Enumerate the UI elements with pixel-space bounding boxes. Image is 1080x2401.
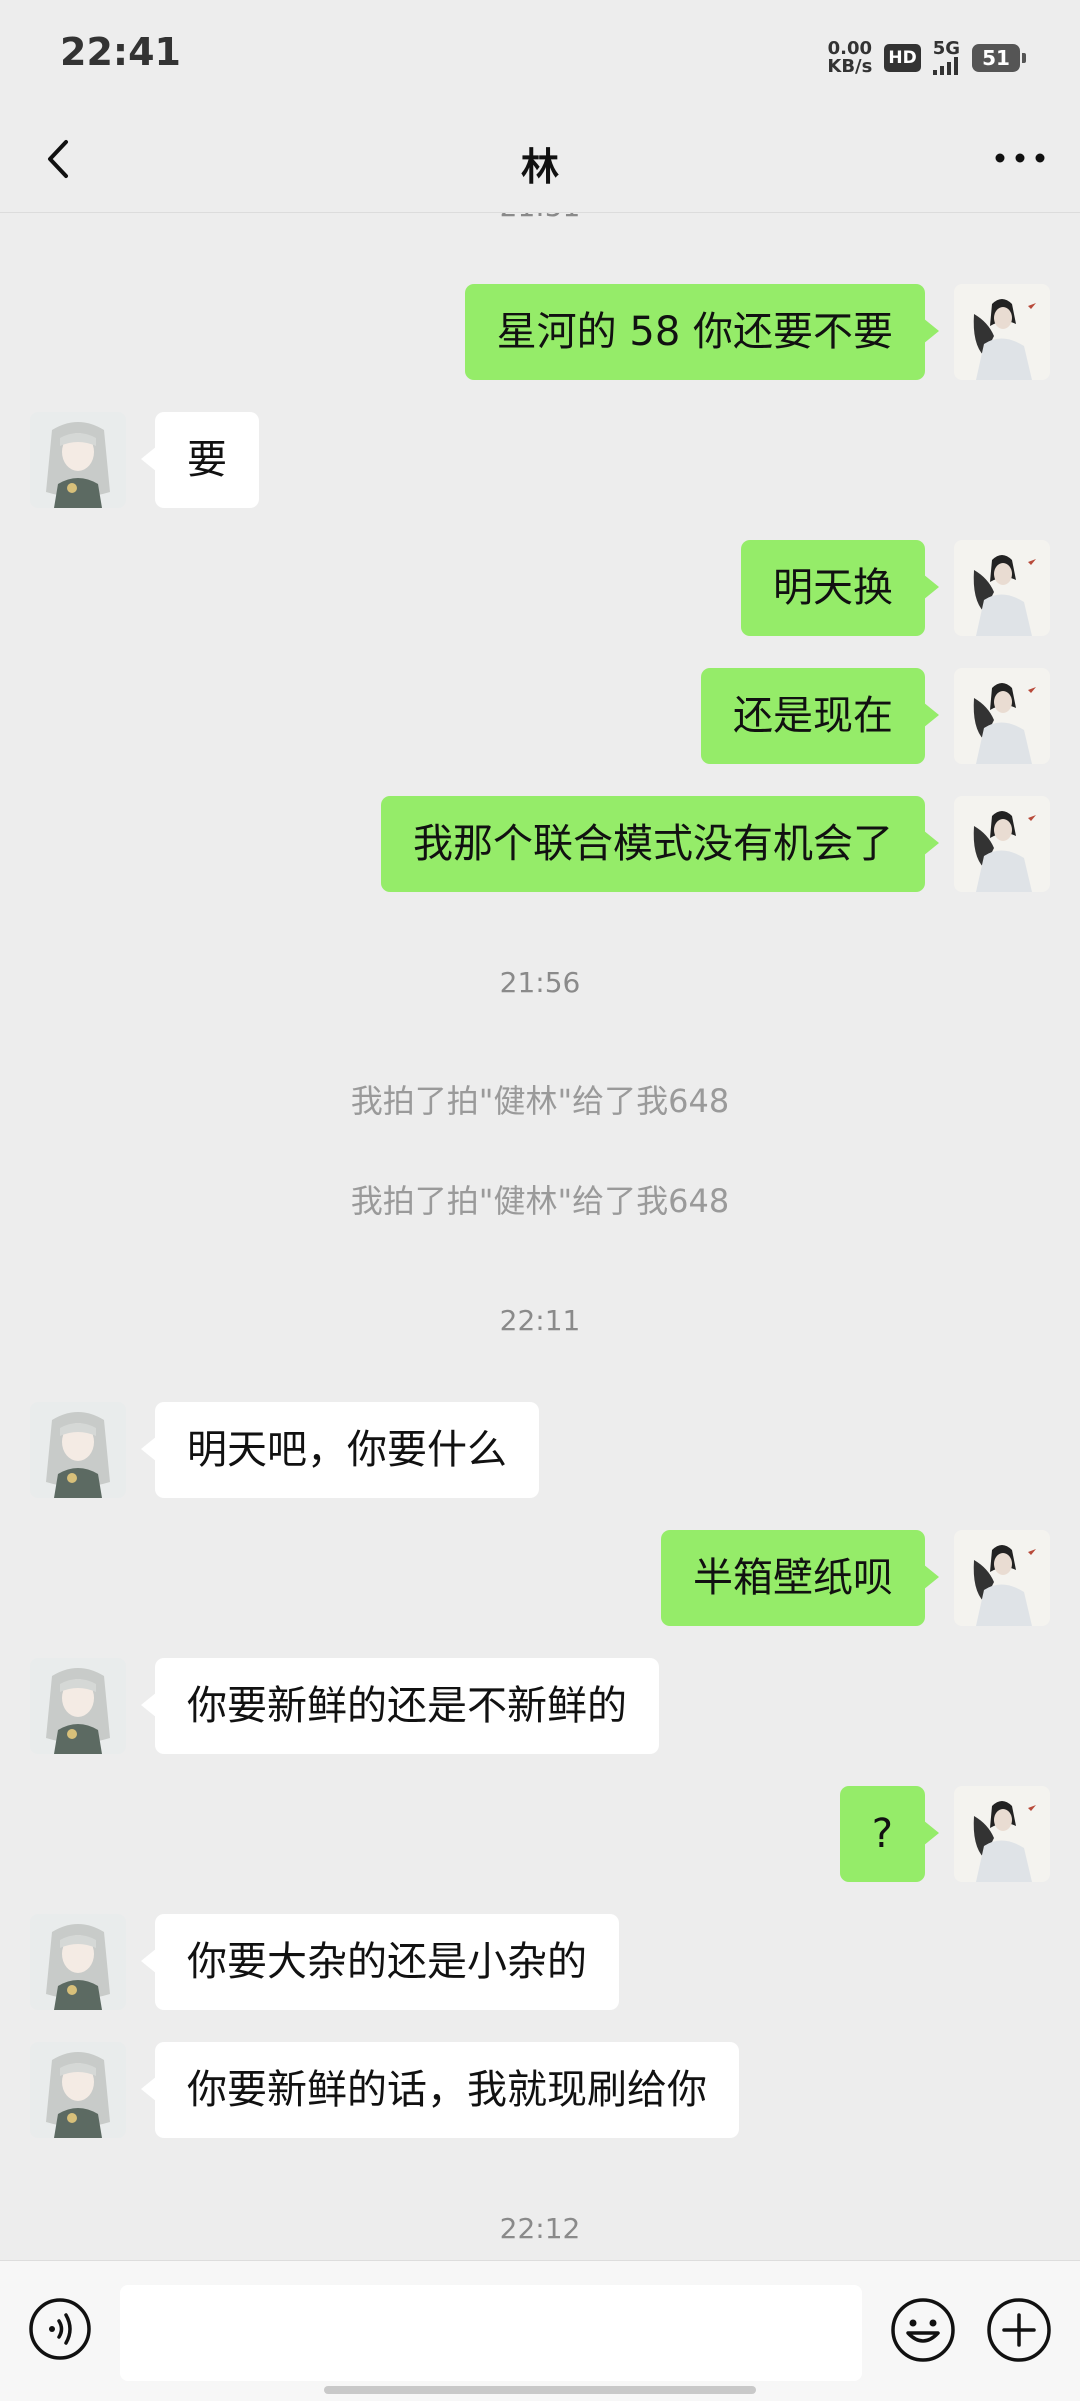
avatar-self[interactable] xyxy=(954,668,1050,764)
hd-icon: HD xyxy=(884,44,921,72)
signal-icon: 5G xyxy=(932,38,960,75)
avatar-contact[interactable] xyxy=(30,1658,126,1754)
message-bubble-outgoing[interactable]: 我那个联合模式没有机会了 xyxy=(381,796,939,892)
network-speed-unit: KB/s xyxy=(827,56,873,77)
message-bubble-outgoing[interactable]: ? xyxy=(839,1786,940,1882)
avatar-self[interactable] xyxy=(954,284,1050,380)
message-bubble-outgoing[interactable]: 还是现在 xyxy=(701,668,939,764)
network-type: 5G xyxy=(932,38,960,59)
status-time: 22:41 xyxy=(60,30,181,74)
avatar-contact[interactable] xyxy=(30,2042,126,2138)
message-list[interactable]: 21:51 星河的 58 你还要不要 要 明天换 还是现在 我那个联合模式没有机… xyxy=(0,212,1080,2260)
chat-header: 林 xyxy=(0,108,1080,213)
message-bubble-incoming[interactable]: 你要新鲜的话，我就现刷给你 xyxy=(141,2042,739,2138)
voice-icon[interactable] xyxy=(28,2297,92,2361)
more-dots-icon[interactable] xyxy=(990,138,1050,178)
timestamp: 22:12 xyxy=(499,2212,581,2245)
timestamp: 21:56 xyxy=(499,966,581,999)
battery-icon: 51 xyxy=(972,44,1026,72)
home-indicator[interactable] xyxy=(324,2386,756,2394)
network-speed: 0.00 KB/s xyxy=(827,40,872,76)
avatar-contact[interactable] xyxy=(30,1914,126,2010)
timestamp: 22:11 xyxy=(499,1304,581,1337)
message-bubble-outgoing[interactable]: 半箱壁纸呗 xyxy=(661,1530,939,1626)
message-bubble-incoming[interactable]: 明天吧，你要什么 xyxy=(141,1402,539,1498)
plus-icon[interactable] xyxy=(986,2297,1052,2363)
avatar-self[interactable] xyxy=(954,540,1050,636)
avatar-contact[interactable] xyxy=(30,412,126,508)
avatar-contact[interactable] xyxy=(30,1402,126,1498)
emoji-icon[interactable] xyxy=(890,2297,956,2363)
signal-bars xyxy=(932,57,958,75)
avatar-self[interactable] xyxy=(954,1530,1050,1626)
input-bar xyxy=(0,2260,1080,2401)
system-message: 我拍了拍"健林"给了我648 xyxy=(350,1082,730,1120)
message-bubble-incoming[interactable]: 你要大杂的还是小杂的 xyxy=(141,1914,619,2010)
timestamp: 21:51 xyxy=(0,212,1080,223)
avatar-self[interactable] xyxy=(954,796,1050,892)
message-bubble-incoming[interactable]: 要 xyxy=(141,412,259,508)
status-icons: 0.00 KB/s HD 5G 51 xyxy=(827,36,1026,80)
chat-title: 林 xyxy=(520,145,559,189)
avatar-self[interactable] xyxy=(954,1786,1050,1882)
message-bubble-incoming[interactable]: 你要新鲜的还是不新鲜的 xyxy=(141,1658,659,1754)
message-bubble-outgoing[interactable]: 星河的 58 你还要不要 xyxy=(464,284,940,380)
message-input[interactable] xyxy=(120,2285,862,2381)
system-message: 我拍了拍"健林"给了我648 xyxy=(350,1182,730,1220)
message-bubble-outgoing[interactable]: 明天换 xyxy=(741,540,939,636)
